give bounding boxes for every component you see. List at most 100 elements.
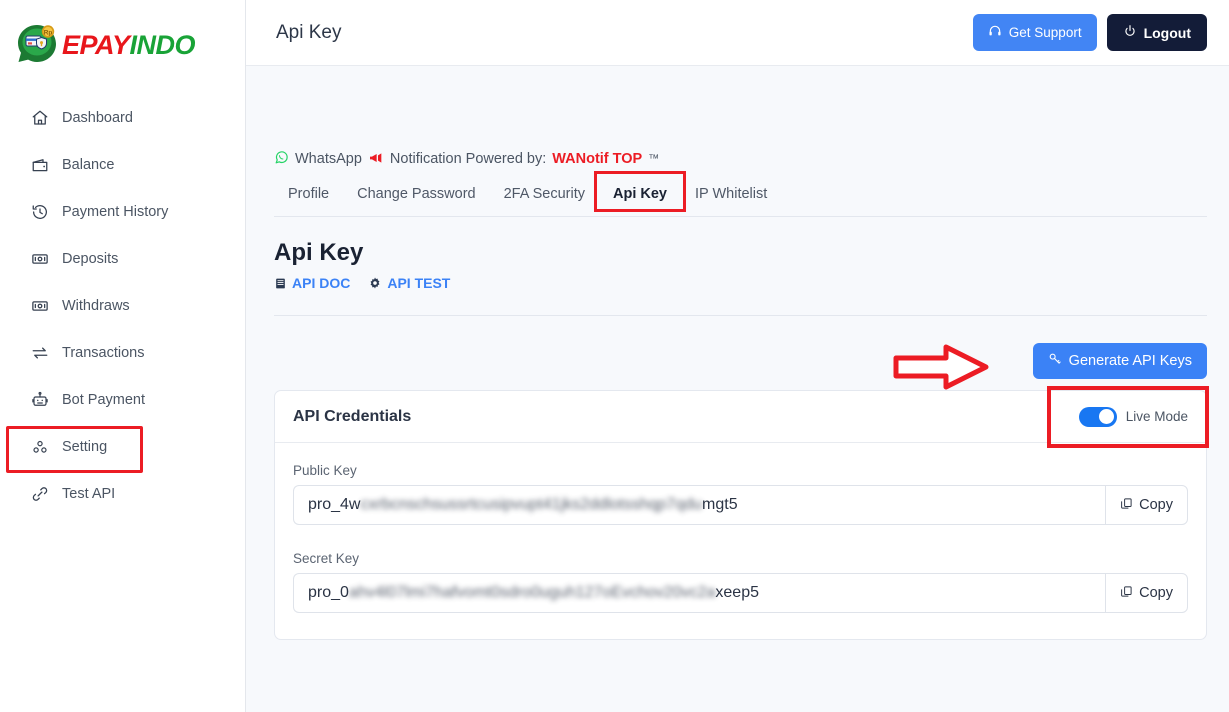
card-title: API Credentials: [293, 407, 412, 425]
sidebar-item-label: Withdraws: [62, 297, 130, 314]
sidebar-nav: Dashboard Balance Payment History Deposi…: [0, 94, 245, 517]
whatsapp-label: WhatsApp: [295, 151, 362, 167]
tab-label: Profile: [288, 186, 330, 202]
sidebar-item-label: Deposits: [62, 250, 119, 267]
brand-name: EPAYINDO: [62, 29, 196, 61]
topbar: Api Key Get Support Logout: [246, 0, 1229, 66]
public-key-row: pro_4w cxrbcnschsussrtcusipvupt41jks2ddlo…: [293, 485, 1188, 525]
notice-brand: WANotif TOP: [552, 151, 643, 167]
copy-public-key-button[interactable]: Copy: [1105, 485, 1188, 525]
public-key-input[interactable]: pro_4w cxrbcnschsussrtcusipvupt41jks2ddlo…: [293, 485, 1106, 525]
secret-key-label: Secret Key: [293, 551, 360, 566]
card-body: Public Key pro_4w cxrbcnschsussrtcusipvup…: [275, 443, 1206, 639]
section-title: Api Key: [274, 239, 364, 266]
get-support-label: Get Support: [1008, 25, 1082, 40]
api-key-section-header: Api Key API DOC API TEST: [274, 217, 1207, 291]
live-mode-label: Live Mode: [1125, 409, 1188, 424]
copy-icon: [1120, 497, 1133, 514]
api-doc-link[interactable]: API DOC: [274, 275, 350, 291]
api-test-link[interactable]: API TEST: [368, 275, 450, 291]
clock-icon: [30, 202, 49, 221]
link-icon: [30, 484, 49, 503]
secret-key-prefix: pro_0: [308, 584, 349, 601]
sidebar: Rp EPAYINDO Dashboard Balance Payment Hi…: [0, 0, 246, 712]
tab-ip-whitelist[interactable]: IP Whitelist: [681, 176, 781, 216]
doc-links: API DOC API TEST: [274, 275, 1207, 291]
api-credentials-card: API Credentials Live Mode Public Key pro…: [274, 385, 1210, 640]
tab-label: Change Password: [357, 186, 476, 202]
live-mode-control: Live Mode: [1046, 385, 1210, 448]
sidebar-item-bot-payment[interactable]: Bot Payment: [0, 376, 245, 423]
notice-trademark: ™: [648, 153, 660, 165]
wallet-icon: [30, 155, 49, 174]
epayindo-logo-icon: Rp: [14, 22, 60, 68]
generate-api-keys-label: Generate API Keys: [1068, 353, 1192, 369]
copy-icon: [1120, 585, 1133, 602]
notice-text: Notification Powered by:: [389, 151, 547, 167]
sidebar-item-test-api[interactable]: Test API: [0, 470, 245, 517]
sidebar-item-transactions[interactable]: Transactions: [0, 329, 245, 376]
secret-key-row: pro_0 ahv4l07lmi7hafvomt0sdro0uguh127oEvc…: [293, 573, 1188, 613]
app-root: Rp EPAYINDO Dashboard Balance Payment Hi…: [0, 0, 1229, 712]
copy-label: Copy: [1139, 497, 1173, 513]
sidebar-item-withdraws[interactable]: Withdraws: [0, 282, 245, 329]
logout-label: Logout: [1143, 24, 1191, 41]
sidebar-item-deposits[interactable]: Deposits: [0, 235, 245, 282]
sidebar-item-label: Bot Payment: [62, 391, 146, 408]
whatsapp-icon: [274, 150, 289, 169]
home-icon: [30, 108, 49, 127]
secret-key-suffix: xeep5: [715, 584, 759, 601]
key-icon: [1048, 352, 1062, 370]
robot-icon: [30, 390, 49, 409]
public-key-label: Public Key: [293, 463, 357, 478]
brand-logo[interactable]: Rp EPAYINDO: [0, 0, 245, 74]
copy-secret-key-button[interactable]: Copy: [1105, 573, 1188, 613]
sidebar-item-label: Test API: [62, 485, 116, 502]
tab-2fa-security[interactable]: 2FA Security: [490, 176, 599, 216]
sidebar-item-label: Transactions: [62, 344, 145, 361]
tab-label: Api Key: [613, 186, 668, 202]
brand-name-epay: EPAY: [62, 29, 130, 60]
secret-key-masked: ahv4l07lmi7hafvomt0sdro0uguh127oEvchov20…: [348, 584, 716, 601]
public-key-suffix: mgt5: [702, 496, 738, 513]
page-title: Api Key: [276, 21, 342, 43]
headset-icon: [988, 24, 1002, 41]
exchange-icon: [30, 343, 49, 362]
content-area: WhatsApp Notification Powered by: WANoti…: [246, 66, 1229, 712]
live-mode-toggle[interactable]: [1078, 406, 1117, 427]
banknote-icon: [30, 296, 49, 315]
tab-label: IP Whitelist: [695, 186, 768, 202]
banknote-icon: [30, 249, 49, 268]
logout-icon: [1123, 24, 1137, 41]
arrow-annotation-icon: [892, 342, 992, 392]
sidebar-item-dashboard[interactable]: Dashboard: [0, 94, 245, 141]
card-header: API Credentials Live Mode: [275, 385, 1210, 448]
secret-key-input[interactable]: pro_0 ahv4l07lmi7hafvomt0sdro0uguh127oEvc…: [293, 573, 1106, 613]
settings-tabs: Profile Change Password 2FA Security Api…: [274, 171, 1207, 217]
gear-icon: [368, 276, 382, 290]
sidebar-item-label: Balance: [62, 156, 115, 173]
api-doc-label: API DOC: [292, 275, 351, 291]
sidebar-item-label: Setting: [62, 438, 108, 455]
tab-label: 2FA Security: [503, 186, 586, 202]
toggle-knob: [1099, 409, 1115, 424]
api-test-label: API TEST: [387, 275, 451, 291]
tab-change-password[interactable]: Change Password: [343, 176, 490, 216]
sidebar-item-balance[interactable]: Balance: [0, 141, 245, 188]
svg-text:Rp: Rp: [44, 29, 53, 36]
settings-icon: [30, 437, 49, 456]
brand-name-indo: INDO: [129, 29, 196, 60]
generate-api-keys-button[interactable]: Generate API Keys: [1032, 343, 1207, 379]
sidebar-item-setting[interactable]: Setting: [0, 423, 245, 473]
sidebar-item-label: Payment History: [62, 203, 169, 220]
sidebar-item-label: Dashboard: [62, 109, 133, 126]
sidebar-item-payment-history[interactable]: Payment History: [0, 188, 245, 235]
logout-button[interactable]: Logout: [1106, 14, 1207, 51]
generate-row: Generate API Keys: [274, 316, 1207, 390]
main-area: Api Key Get Support Logout WhatsApp Noti…: [246, 0, 1229, 712]
book-icon: [274, 277, 287, 290]
public-key-masked: cxrbcnschsussrtcusipvupt41jks2ddlotsshqp…: [360, 496, 703, 513]
tab-api-key[interactable]: Api Key: [594, 171, 687, 216]
tab-profile[interactable]: Profile: [274, 176, 343, 216]
get-support-button[interactable]: Get Support: [972, 14, 1097, 51]
